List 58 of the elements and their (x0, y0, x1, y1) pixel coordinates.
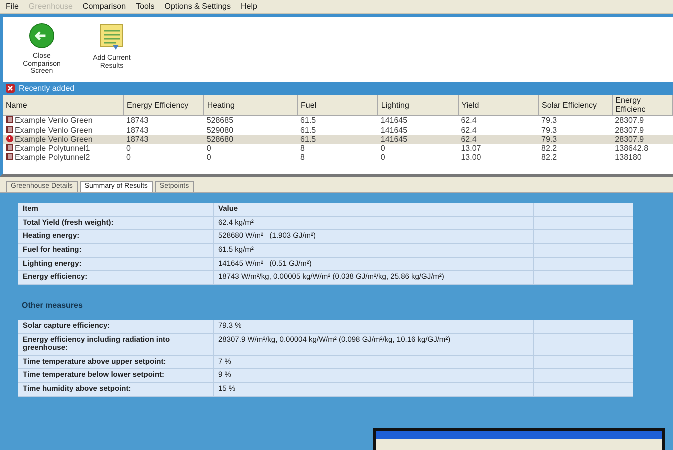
table-cell: 18743 (124, 116, 204, 126)
menu-item[interactable]: File (6, 2, 19, 11)
table-cell-text: 0 (126, 153, 132, 162)
table-cell: 62.4 (458, 116, 539, 126)
close-icon[interactable] (6, 84, 15, 93)
table-cell-text: 8 (300, 153, 306, 162)
table-cell: 529080 (204, 126, 298, 135)
column-header[interactable]: Lighting (378, 95, 458, 116)
table-cell: 79.3 (538, 116, 612, 126)
table-cell: 79.3 (538, 134, 612, 144)
column-header[interactable]: Fuel (298, 95, 378, 116)
section-heading: Other measures (21, 300, 84, 312)
table-cell: 141645 (378, 116, 458, 126)
table-cell: 0 (124, 144, 204, 154)
menu-item[interactable]: Help (241, 2, 258, 11)
table-cell: 28307.9 (612, 134, 672, 144)
notepad-icon (99, 23, 125, 51)
name-cell[interactable]: Example Polytunnel2 (3, 153, 124, 162)
column-header[interactable]: Yield (458, 95, 539, 116)
table-cell: 141645 (378, 134, 458, 144)
table-cell-text: 138180 (614, 153, 643, 162)
menu-item[interactable]: Comparison (82, 2, 126, 11)
table-cell: 141645 (378, 126, 458, 135)
column-header[interactable]: Energy Efficienc (612, 95, 672, 116)
name-cell[interactable]: Example Venlo Green (3, 126, 124, 135)
table-cell: 528685 (204, 116, 298, 126)
table-cell-text: 82.2 (540, 153, 558, 162)
column-header[interactable]: Name (3, 95, 124, 116)
table-cell: 79.3 (538, 126, 612, 135)
table-cell: 62.4 (458, 126, 539, 135)
table-cell-text: 0 (206, 153, 212, 162)
column-header[interactable]: Heating (204, 95, 298, 116)
table-cell: 8 (298, 144, 378, 154)
name-cell[interactable]: Example Polytunnel1 (3, 144, 124, 154)
table-cell: 61.5 (298, 116, 378, 126)
name-cell[interactable]: Example Venlo Green (3, 134, 124, 144)
table-cell: 528680 (204, 134, 298, 144)
table-cell: 138642.8 (612, 144, 672, 154)
name-cell[interactable]: Example Venlo Green (3, 116, 124, 126)
table-cell: 28307.9 (612, 126, 672, 135)
table-cell: 18743 (124, 134, 204, 144)
table-cell: 62.4 (458, 134, 539, 144)
header-title: Recently added (19, 84, 75, 94)
table-cell: 13.07 (458, 144, 539, 154)
table-cell: 0 (378, 144, 458, 154)
column-header[interactable]: Energy Efficiency (124, 95, 204, 116)
table-cell-text: 0 (380, 153, 386, 162)
menu-item[interactable]: Tools (136, 2, 155, 11)
table-cell: 61.5 (298, 126, 378, 135)
table-cell: 0 (204, 144, 298, 154)
column-header[interactable]: Solar Efficiency (538, 95, 612, 116)
error-icon (6, 134, 14, 143)
table-cell: 61.5 (298, 134, 378, 144)
table-cell: 82.2 (538, 144, 612, 154)
table-cell: 28307.9 (612, 116, 672, 126)
table-cell-text: 13.00 (460, 153, 482, 162)
table-cell: 18743 (124, 126, 204, 135)
menu-item[interactable]: Options & Settings (164, 2, 232, 11)
